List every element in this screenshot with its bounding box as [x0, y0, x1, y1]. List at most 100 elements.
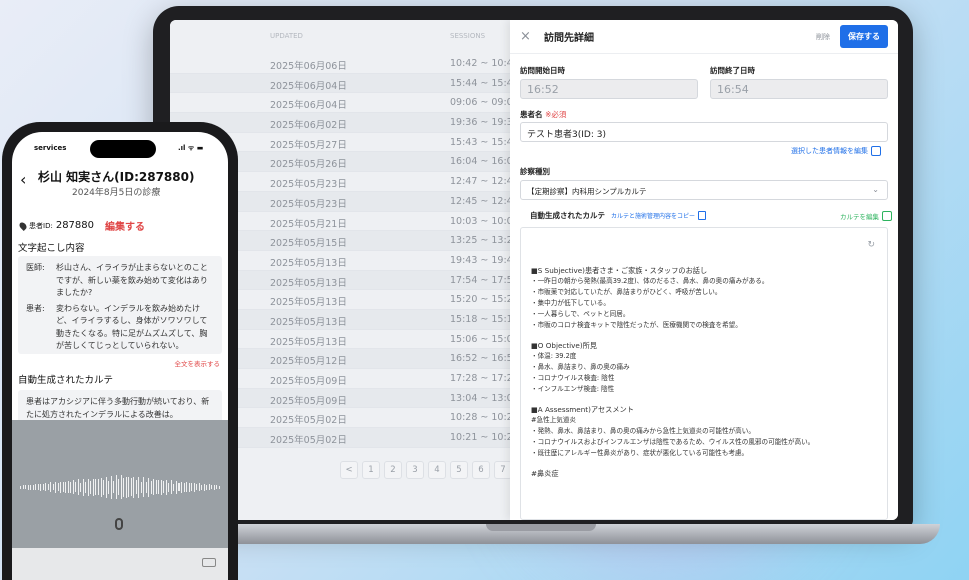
col-date-header: UPDATED	[270, 32, 303, 40]
row-date: 2025年05月02日	[270, 435, 347, 447]
laptop-notch	[486, 524, 596, 531]
start-label: 訪問開始日時	[520, 66, 565, 75]
row-date: 2025年05月02日	[270, 415, 347, 427]
waveform-bar	[123, 477, 125, 497]
edit-karte-button[interactable]: カルテを編集	[840, 211, 892, 221]
transcript-line: 患者: 変わらない。インデラルを飲み始めたけど、イライラするし、身体がソワソワして…	[26, 303, 214, 353]
keyboard-icon[interactable]	[202, 558, 216, 567]
row-time: 15:43 ~ 15:43	[450, 136, 519, 148]
waveform-bar	[143, 477, 145, 497]
edit-button[interactable]: 編集する	[105, 218, 145, 233]
show-all-link[interactable]: 全文を表示する	[175, 358, 221, 368]
copy-karte-link[interactable]: カルテと施術管理内容をコピー	[611, 211, 707, 220]
waveform-bar	[145, 481, 147, 493]
carrier-label: services	[34, 144, 67, 152]
row-date: 2025年05月09日	[270, 395, 347, 407]
dynamic-island	[90, 140, 156, 158]
waveform-bar	[118, 479, 120, 495]
back-arrow-icon[interactable]: ‹	[20, 170, 26, 189]
detail-header: × 訪問先詳細 削除 保存する	[510, 20, 898, 54]
detail-panel: × 訪問先詳細 削除 保存する 訪問開始日時 訪問終了日時 16:52 16:5…	[510, 20, 898, 520]
waveform-bar	[108, 480, 110, 494]
waveform-bar	[130, 478, 132, 496]
waveform-bar	[77, 479, 79, 495]
karte-line: ・鼻水、鼻詰まり、鼻の奥の痛み	[531, 363, 630, 371]
table-row[interactable]: 2025年06月06日 10:42 ~ 10:42	[170, 54, 519, 74]
prev-page-button[interactable]: <	[340, 461, 358, 479]
waveform-bar	[105, 476, 107, 498]
page-button[interactable]: 1	[362, 461, 380, 479]
row-time: 16:04 ~ 16:05	[450, 156, 519, 168]
karte-line: ・コロナウイルス検査: 陰性	[531, 374, 615, 382]
waveform-bar	[115, 475, 117, 499]
copy-icon	[698, 211, 707, 220]
row-time: 10:21 ~ 10:21	[450, 432, 519, 444]
waveform-bar	[165, 479, 167, 495]
end-time-field[interactable]: 16:54	[710, 79, 888, 99]
waveform-bar	[211, 485, 213, 489]
waveform-bar	[138, 476, 140, 498]
page-button[interactable]: 2	[384, 461, 402, 479]
waveform-bar	[158, 480, 160, 494]
waveform-bar	[170, 480, 172, 494]
waveform-bar	[35, 484, 37, 490]
col-time-header: SESSIONS	[450, 32, 486, 40]
detail-title: 訪問先詳細	[544, 33, 594, 44]
row-date: 2025年06月02日	[270, 120, 347, 132]
row-date: 2025年06月06日	[270, 61, 347, 72]
edit-patient-link-text: 選択した患者情報を編集	[791, 147, 868, 155]
waveform-bar	[160, 479, 162, 495]
waveform-bar	[97, 479, 99, 495]
edit-icon	[882, 211, 892, 221]
waveform-bar	[103, 479, 105, 495]
close-icon[interactable]: ×	[520, 29, 538, 44]
patient-id-row: 患者ID: 287880 編集する	[18, 218, 145, 233]
waveform-bar	[72, 480, 74, 494]
waveform-bar	[208, 484, 210, 490]
visit-date: 2024年8月5日の診療	[72, 188, 161, 198]
waveform-bar	[183, 482, 185, 492]
start-time-field[interactable]: 16:52	[520, 79, 698, 99]
type-select[interactable]: 【定期診察】内科用シンプルカルテ ⌄	[520, 180, 888, 200]
save-button[interactable]: 保存する	[840, 25, 888, 48]
waveform-bar	[110, 475, 112, 499]
waveform-bar	[175, 480, 177, 494]
chevron-down-icon: ⌄	[872, 185, 879, 194]
waveform-bar	[120, 475, 122, 499]
mic-icon[interactable]	[115, 518, 123, 530]
row-date: 2025年05月23日	[270, 179, 347, 191]
waveform-bar	[55, 481, 57, 493]
karte-content[interactable]: ↻ ■S Subjective)患者さま・ご家族・スタッフのお話し ・一昨日の朝か…	[520, 227, 888, 520]
delete-button[interactable]: 削除	[816, 32, 830, 42]
page-button[interactable]: 6	[472, 461, 490, 479]
patient-id-value: 287880	[55, 220, 95, 231]
row-time: 17:28 ~ 17:28	[450, 373, 519, 384]
row-time: 17:54 ~ 17:54	[450, 274, 519, 286]
waveform-bar	[163, 481, 165, 493]
row-time: 19:43 ~ 19:45	[450, 254, 519, 266]
row-time: 15:18 ~ 15:19	[450, 313, 519, 325]
waveform-bar	[216, 485, 218, 489]
karte-line: #急性上気道炎	[531, 416, 577, 424]
table-row[interactable]: 2025年06月04日 09:06 ~ 09:06	[170, 93, 519, 114]
pagination: <1 2 3 4 5 6 7	[340, 461, 512, 479]
waveform-bar	[87, 478, 89, 496]
page-button[interactable]: 3	[406, 461, 424, 479]
table-row[interactable]: 2025年06月04日 15:44 ~ 15:45	[170, 73, 519, 94]
row-date: 2025年06月04日	[270, 100, 347, 112]
page-button[interactable]: 5	[450, 461, 468, 479]
type-select-value: 【定期診察】内科用シンプルカルテ	[527, 187, 647, 196]
waveform-bar	[30, 484, 32, 490]
waveform-bar	[67, 481, 69, 493]
waveform-bar	[95, 479, 97, 495]
waveform-bar	[20, 485, 22, 489]
patient-field[interactable]: テスト患者3(ID: 3)	[520, 122, 888, 142]
page-button[interactable]: 4	[428, 461, 446, 479]
waveform-bar	[178, 483, 180, 491]
row-time: 19:36 ~ 19:36	[450, 117, 519, 129]
refresh-icon[interactable]: ↻	[867, 240, 875, 250]
row-time: 10:42 ~ 10:42	[450, 58, 519, 69]
transcript-line: 医師: 杉山さん、イライラが止まらないとのことですが、新しい薬を飲み始めて変化はあ…	[26, 262, 214, 300]
phone-karte-text: 患者はアカシジアに伴う多動行動が続いており、新たに処方されたインデラルによる改善…	[26, 397, 210, 419]
edit-patient-link[interactable]: 選択した患者情報を編集	[791, 146, 881, 156]
